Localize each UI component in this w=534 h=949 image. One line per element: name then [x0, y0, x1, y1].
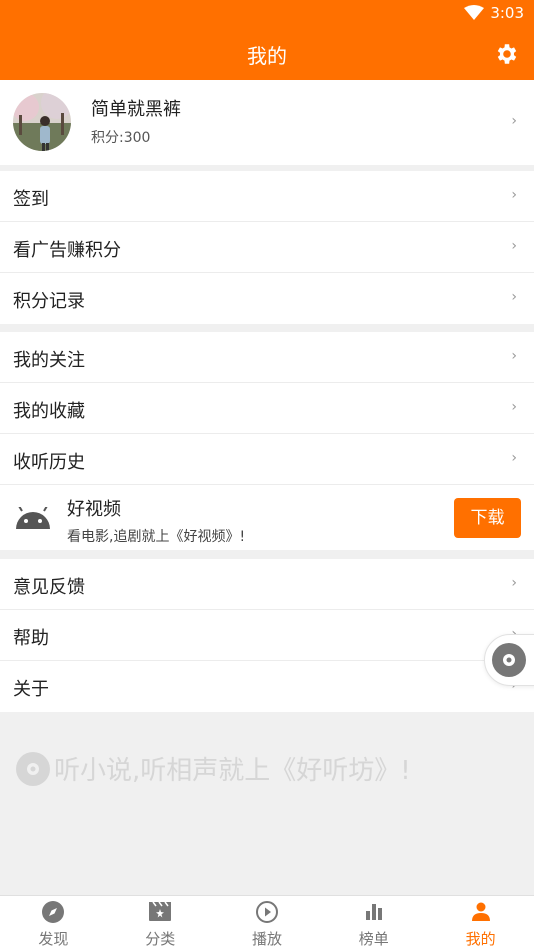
chevron-right-icon: › [511, 187, 517, 203]
person-icon [471, 902, 490, 921]
menu-item-checkin[interactable]: 签到 › [0, 171, 534, 222]
menu-item-label: 我的收藏 [13, 401, 85, 422]
gear-icon[interactable] [494, 41, 520, 67]
status-time: 3:03 [490, 4, 524, 22]
menu-item-feedback[interactable]: 意见反馈 › [0, 559, 534, 610]
profile-card[interactable]: 简单就黑裤 积分:300 › [0, 80, 534, 165]
bar-chart-icon [365, 904, 382, 920]
chevron-right-icon: › [511, 289, 517, 305]
chevron-right-icon: › [511, 450, 517, 466]
compass-icon [42, 901, 65, 923]
menu-item-label: 我的关注 [13, 350, 85, 371]
app-promo: 好视频 看电影,追剧就上《好视频》! 下载 [0, 485, 534, 550]
promo-title: 好视频 [67, 499, 121, 520]
menu-item-favorites[interactable]: 我的收藏 › [0, 383, 534, 434]
menu-item-label: 帮助 [13, 628, 49, 649]
menu-item-label: 积分记录 [13, 291, 85, 312]
chevron-right-icon: › [511, 399, 517, 415]
page-title: 我的 [247, 44, 287, 68]
disc-icon [16, 751, 50, 786]
floating-player-button[interactable] [484, 634, 534, 686]
download-button[interactable]: 下载 [454, 498, 521, 538]
tab-label: 我的 [465, 930, 496, 948]
tab-ranking[interactable]: 榜单 [320, 896, 427, 949]
menu-item-help[interactable]: 帮助 › [0, 610, 534, 661]
tab-label: 发现 [38, 930, 69, 948]
footer-promo: 听小说,听相声就上《好听坊》! [16, 750, 411, 787]
avatar[interactable] [13, 93, 71, 151]
tab-label: 榜单 [358, 930, 389, 948]
play-circle-icon [255, 901, 278, 923]
chevron-right-icon: › [511, 113, 517, 129]
tab-discover[interactable]: 发现 [0, 896, 107, 949]
android-icon [16, 507, 50, 529]
menu-item-label: 收听历史 [13, 452, 85, 473]
menu-item-about[interactable]: 关于 › [0, 661, 534, 712]
promo-subtitle: 看电影,追剧就上《好视频》! [67, 529, 246, 545]
footer-promo-text: 听小说,听相声就上《好听坊》! [54, 756, 411, 786]
app-bar: 我的 [0, 28, 534, 80]
user-points: 积分:300 [91, 130, 151, 146]
movie-icon [149, 901, 172, 921]
menu-item-points-record[interactable]: 积分记录 › [0, 273, 534, 324]
menu-item-label: 签到 [13, 189, 49, 210]
menu-item-following[interactable]: 我的关注 › [0, 332, 534, 383]
tab-mine[interactable]: 我的 [427, 896, 534, 949]
tab-label: 分类 [145, 930, 176, 948]
disc-icon [492, 643, 526, 677]
chevron-right-icon: › [511, 238, 517, 254]
user-name: 简单就黑裤 [91, 99, 181, 120]
menu-item-history[interactable]: 收听历史 › [0, 434, 534, 485]
menu-item-watch-ads[interactable]: 看广告赚积分 › [0, 222, 534, 273]
status-bar: 3:03 [0, 0, 534, 28]
chevron-right-icon: › [511, 348, 517, 364]
support-section: 意见反馈 › 帮助 › 关于 › [0, 559, 534, 712]
tab-play[interactable]: 播放 [214, 896, 321, 949]
tab-label: 播放 [251, 930, 282, 948]
wifi-icon [464, 5, 484, 20]
menu-item-label: 意见反馈 [13, 577, 85, 598]
tab-category[interactable]: 分类 [107, 896, 214, 949]
menu-item-label: 关于 [13, 679, 49, 700]
chevron-right-icon: › [511, 575, 517, 591]
bottom-nav: 发现 分类 播放 榜单 我的 [0, 895, 534, 949]
library-section: 我的关注 › 我的收藏 › 收听历史 › 好视频 看电影,追剧就上《好视频》! … [0, 332, 534, 550]
menu-item-label: 看广告赚积分 [13, 240, 121, 261]
points-section: 签到 › 看广告赚积分 › 积分记录 › [0, 171, 534, 324]
